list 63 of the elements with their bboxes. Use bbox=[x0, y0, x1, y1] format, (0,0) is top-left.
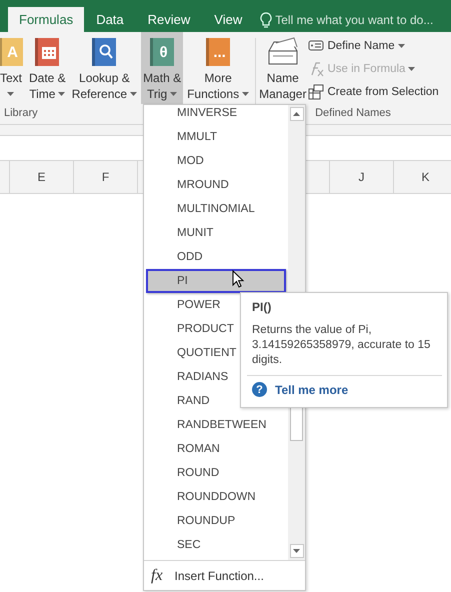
button-label: Functions bbox=[187, 86, 240, 102]
button-label: Math & bbox=[143, 70, 182, 86]
button-label: Name bbox=[266, 70, 299, 86]
button-label: More bbox=[204, 70, 232, 86]
menu-item[interactable]: MROUND bbox=[146, 173, 286, 197]
menu-item[interactable]: ROUNDDOWN bbox=[146, 485, 286, 509]
button-label: Reference bbox=[72, 86, 128, 102]
menu-item[interactable]: SEC bbox=[146, 533, 286, 557]
menu-item[interactable]: MOD bbox=[146, 149, 286, 173]
table-create-icon bbox=[308, 84, 324, 100]
text-book-icon: A bbox=[0, 38, 23, 66]
scroll-up-button[interactable] bbox=[290, 107, 304, 121]
ribbon-button[interactable]: A Text bbox=[0, 32, 25, 104]
ribbon-button[interactable]: Date & Time bbox=[27, 32, 68, 104]
ribbon-button[interactable]: ... More Functions bbox=[185, 32, 252, 104]
group-label: Defined Names bbox=[315, 107, 391, 119]
column-header[interactable]: J bbox=[330, 161, 394, 193]
ribbon-button[interactable]: θ Math & Trig bbox=[141, 32, 184, 104]
button-label: Text bbox=[0, 70, 22, 86]
name-cards-icon bbox=[266, 37, 300, 67]
lightbulb-icon bbox=[260, 12, 272, 28]
column-header[interactable]: F bbox=[74, 161, 138, 193]
ribbon-button[interactable]: Lookup & Reference bbox=[70, 32, 140, 104]
fx-icon: fx bbox=[151, 566, 163, 584]
button-label: Manager bbox=[259, 86, 306, 102]
scroll-down-button[interactable] bbox=[290, 544, 304, 558]
ribbon-tab[interactable]: View bbox=[202, 7, 254, 32]
down-arrow-icon bbox=[293, 549, 300, 553]
magnifier-icon bbox=[98, 44, 114, 60]
math-book-icon: θ bbox=[150, 38, 174, 66]
ribbon-small-button[interactable]: Define Name bbox=[306, 36, 441, 56]
menu-item[interactable]: MINVERSE bbox=[146, 105, 286, 125]
menu-item[interactable]: MUNIT bbox=[146, 221, 286, 245]
button-label: Trig bbox=[146, 86, 168, 102]
mouse-pointer-icon bbox=[232, 270, 245, 289]
ribbon-small-button[interactable]: Create from Selection bbox=[306, 82, 441, 102]
column-header[interactable]: E bbox=[10, 161, 74, 193]
menu-item[interactable]: ROMAN bbox=[146, 437, 286, 461]
button-label: Lookup & bbox=[79, 70, 130, 86]
menu-item[interactable]: ODD bbox=[146, 245, 286, 269]
button-label: Time bbox=[29, 86, 56, 102]
menu-item[interactable]: MMULT bbox=[146, 125, 286, 149]
menu-item[interactable]: RANDBETWEEN bbox=[146, 413, 286, 437]
menu-item[interactable]: PI bbox=[146, 269, 286, 293]
insert-function-item[interactable]: fx Insert Function... bbox=[144, 560, 305, 590]
menu-item[interactable]: MULTINOMIAL bbox=[146, 197, 286, 221]
ribbon-tab[interactable]: Formulas bbox=[8, 7, 84, 32]
more-book-icon: ... bbox=[206, 38, 230, 66]
up-arrow-icon bbox=[293, 112, 300, 116]
ribbon-button[interactable]: Name Manager bbox=[259, 32, 306, 104]
group-label: Library bbox=[4, 107, 38, 119]
tooltip-title: PI() bbox=[252, 300, 272, 314]
help-icon: ? bbox=[252, 382, 267, 397]
ribbon-tab[interactable]: Review bbox=[136, 7, 202, 32]
calendar-icon bbox=[40, 44, 57, 60]
menu-item[interactable]: ROUNDUP bbox=[146, 509, 286, 533]
button-label: Date & bbox=[29, 70, 66, 86]
tell-me-search[interactable]: Tell me what you want to do... bbox=[260, 7, 440, 32]
column-header[interactable]: K bbox=[394, 161, 451, 193]
tell-me-more-link[interactable]: Tell me more bbox=[275, 382, 348, 396]
tooltip-description: Returns the value of Pi, 3.14159265358979, accurate to 15 digits. bbox=[252, 323, 432, 368]
menu-item[interactable]: ROUND bbox=[146, 461, 286, 485]
ribbon-tab[interactable]: Data bbox=[84, 7, 136, 32]
